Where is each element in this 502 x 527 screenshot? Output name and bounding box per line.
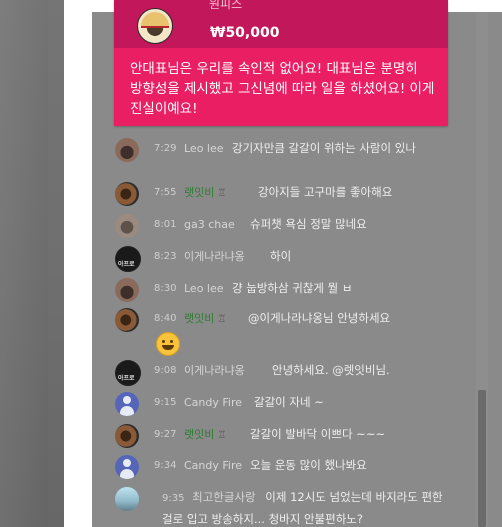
chat-message: 9:35 최고한글사랑 이제 12시도 넘었는데 바지라도 편한 걸로 입고 방… — [112, 487, 462, 527]
chat-scrollbar-thumb[interactable] — [478, 390, 486, 527]
message-text: 강기자만큼 갈갈이 위하는 사람이 있나 — [232, 141, 416, 155]
message-author[interactable]: 랫잇비 ♖ — [184, 182, 226, 204]
super-chat-amount: ₩50,000 — [210, 25, 280, 41]
super-chat-message: 안대표님은 우리를 속인적 없어요! 대표님은 분명히 방향성을 제시했고 그신… — [130, 61, 435, 117]
message-text: 하이 — [270, 249, 292, 263]
super-chat-author[interactable]: 원피스 — [209, 0, 242, 12]
message-author[interactable]: Leo lee — [184, 278, 224, 299]
message-time: 9:35 — [162, 493, 185, 504]
super-chat-avatar[interactable] — [137, 8, 173, 44]
avatar[interactable] — [115, 278, 139, 302]
member-badge-icon: ♖ — [217, 188, 227, 199]
live-chat-panel: 원피스 ₩50,000 안대표님은 우리를 속인적 없어요! 대표님은 분명히 … — [92, 0, 502, 527]
message-author[interactable]: Candy Fire — [184, 392, 242, 413]
message-time: 9:27 — [154, 429, 177, 440]
member-badge-icon: ♖ — [217, 430, 227, 441]
super-chat-card[interactable]: 원피스 ₩50,000 안대표님은 우리를 속인적 없어요! 대표님은 분명히 … — [114, 0, 448, 126]
avatar[interactable] — [115, 487, 139, 511]
author-name: 랫잇비 — [184, 186, 215, 199]
author-name: 랫잇비 — [184, 312, 215, 325]
message-author[interactable]: Leo lee — [184, 138, 224, 159]
message-text: 걍 눕방하삼 귀찮게 뭘 ㅂ — [232, 281, 353, 295]
message-text: @이게나라냐옹님 안녕하세요 — [248, 311, 391, 325]
member-badge-icon: ♖ — [217, 314, 227, 325]
avatar[interactable] — [115, 214, 139, 238]
avatar[interactable] — [115, 424, 139, 448]
avatar[interactable] — [115, 360, 141, 386]
avatar[interactable] — [115, 455, 139, 479]
avatar[interactable] — [115, 246, 141, 272]
message-text: 강아지들 고구마를 좋아해요 — [258, 185, 393, 199]
avatar[interactable] — [115, 182, 139, 206]
avatar[interactable] — [115, 392, 139, 416]
message-time: 9:08 — [154, 365, 177, 376]
author-name: 랫잇비 — [184, 428, 215, 441]
grinning-emoji-icon — [156, 332, 180, 356]
message-author[interactable]: 랫잇비 ♖ — [184, 308, 226, 330]
message-time: 8:40 — [154, 313, 177, 324]
message-author[interactable]: 이게나라냐옹 — [184, 246, 245, 267]
message-time: 8:01 — [154, 219, 177, 230]
message-time: 9:15 — [154, 397, 177, 408]
message-author[interactable]: 이게나라냐옹 — [184, 360, 245, 381]
avatar[interactable] — [115, 138, 139, 162]
message-text: 갈갈이 발바닥 이쁘다 ~~~ — [250, 427, 386, 441]
message-text: 슈퍼챗 욕심 정말 많네요 — [250, 217, 367, 231]
message-text: 오늘 운동 많이 했나봐요 — [250, 458, 367, 472]
avatar[interactable] — [115, 308, 139, 332]
message-author[interactable]: 랫잇비 ♖ — [184, 424, 226, 446]
super-chat-header: 원피스 ₩50,000 — [114, 0, 448, 48]
message-time: 8:23 — [154, 251, 177, 262]
video-area-edge — [0, 0, 64, 527]
message-text: 갈갈이 자네 ~ — [254, 395, 324, 409]
message-author[interactable]: 최고한글사랑 — [192, 490, 255, 504]
chat-message: 8:40 랫잇비 ♖ @이게나라냐옹님 안녕하세요 — [112, 308, 462, 356]
message-time: 7:55 — [154, 187, 177, 198]
message-time: 7:29 — [154, 143, 177, 154]
message-time: 8:30 — [154, 283, 177, 294]
message-body: 9:35 최고한글사랑 이제 12시도 넘었는데 바지라도 편한 걸로 입고 방… — [162, 487, 458, 527]
page-gap — [64, 0, 92, 527]
message-time: 9:34 — [154, 460, 177, 471]
message-text: 안녕하세요. @렛잇비님. — [272, 363, 390, 377]
message-author[interactable]: ga3 chae — [184, 214, 235, 235]
message-author[interactable]: Candy Fire — [184, 455, 242, 476]
